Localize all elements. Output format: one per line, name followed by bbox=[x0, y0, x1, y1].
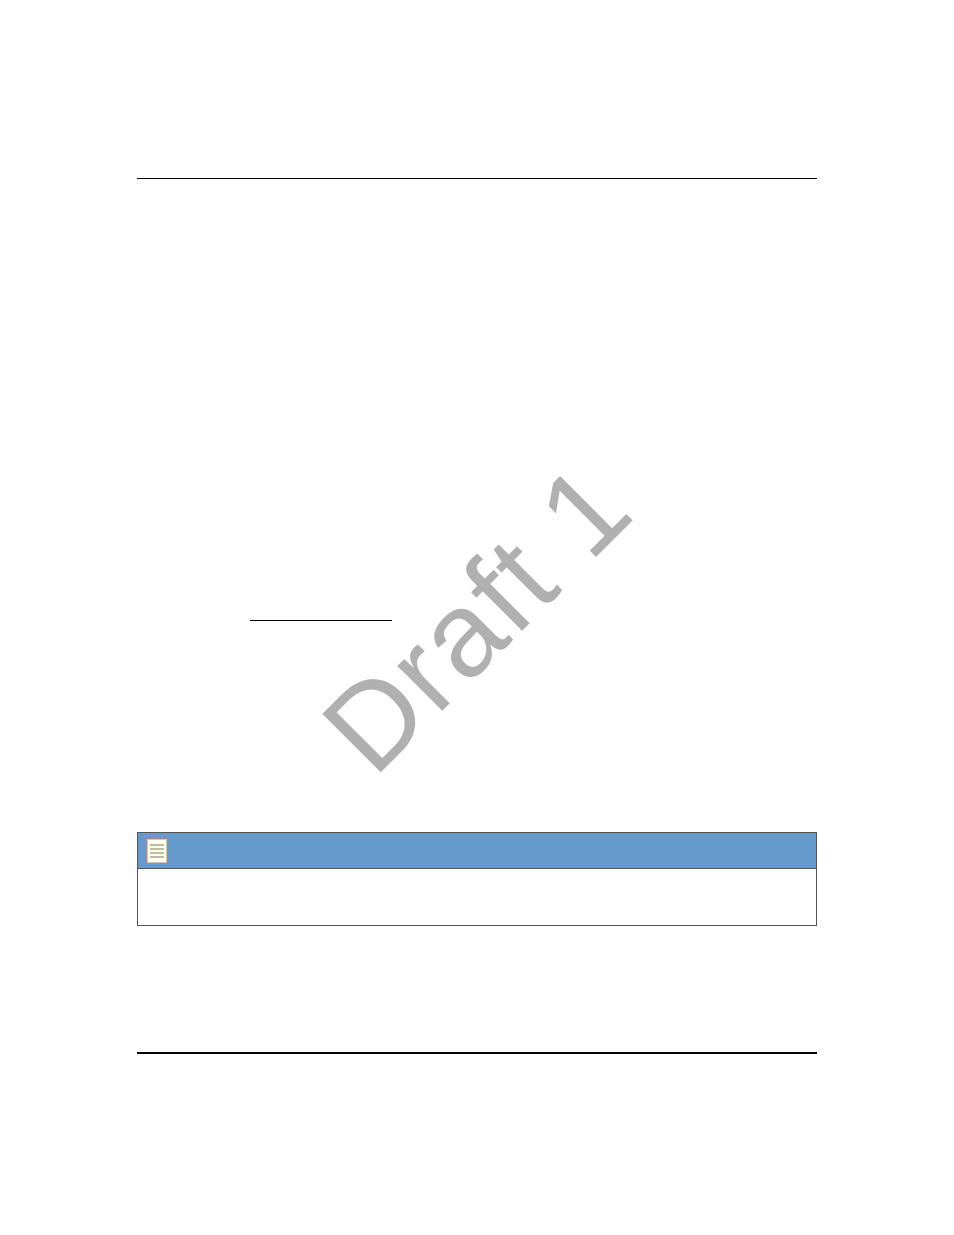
horizontal-rule-top bbox=[137, 178, 817, 179]
note-icon bbox=[146, 838, 168, 864]
note-header bbox=[138, 833, 816, 869]
horizontal-rule-bottom bbox=[137, 1052, 817, 1054]
document-page: Draft 1 bbox=[0, 0, 954, 1235]
watermark-text: Draft 1 bbox=[296, 436, 658, 798]
note-box bbox=[137, 832, 817, 926]
note-body bbox=[138, 869, 816, 925]
horizontal-rule-mid bbox=[250, 620, 392, 621]
